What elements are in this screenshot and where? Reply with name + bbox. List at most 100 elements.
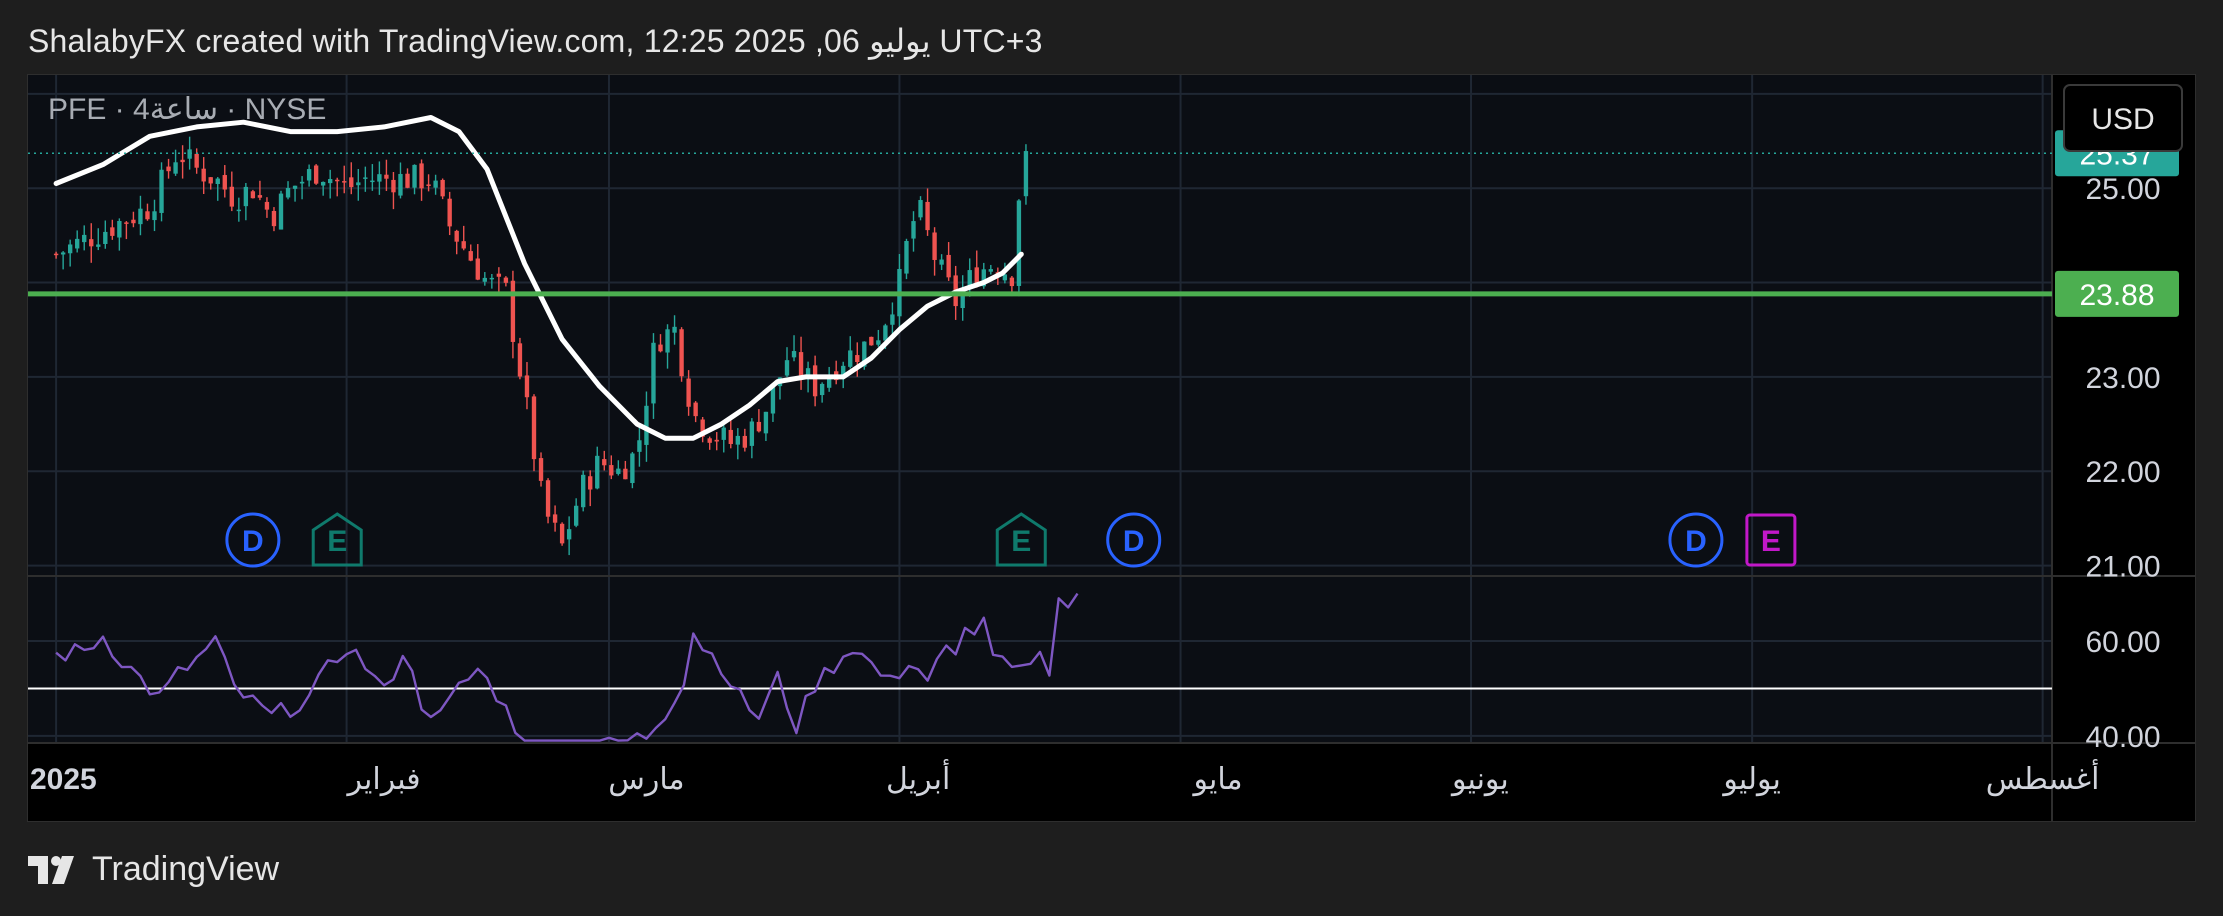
candle-body [482,277,487,282]
footer-brand-label: TradingView [92,850,280,888]
candle-body [1023,151,1029,197]
candle-body [313,165,319,184]
candle-body [798,352,804,379]
candle-body [672,326,677,333]
candle-body [82,234,87,243]
candle-body [461,241,466,249]
candle-body [264,201,270,210]
candle-body [89,239,94,247]
candle-body [433,180,438,188]
candle-body [623,468,628,480]
candle-body [103,231,108,244]
candle-body [384,174,389,179]
candle-body [791,351,797,358]
price-pane[interactable] [28,75,2052,575]
candle-body [236,209,242,212]
candle-body [819,383,825,396]
candle-body [566,529,572,540]
candle-body [320,181,326,186]
candle-body [405,173,410,188]
candle-body [208,177,213,184]
chart-frame[interactable]: PFE · 4ساعة · NYSE 25.00 23.00 22.00 21.00 60… [27,74,2196,822]
candle-body [138,208,143,225]
candle-body [412,164,417,188]
candle-body [517,343,523,377]
event-marker-label: D [1123,525,1145,558]
candle-body [166,166,171,172]
candle-body [306,169,312,181]
candle-body [250,191,256,199]
candle-body [124,222,129,224]
candle-body [749,421,755,446]
time-axis-month: مايو [1192,763,1243,796]
candle-body [67,244,73,254]
candle-body [271,210,277,227]
candle-body [721,427,726,440]
candle-body [763,411,769,434]
candle-body [75,238,80,249]
candle-body [257,195,263,198]
candle-body [215,178,220,185]
time-axis-month: فبراير [345,763,420,796]
candle-body [531,396,537,460]
event-marker-label: D [242,525,264,558]
candle-body [939,259,944,265]
candle-body [573,505,579,526]
support-price-label: 23.88 [2079,279,2154,312]
candle-body [173,162,178,174]
candle-body [447,198,452,227]
candle-body [419,163,424,189]
price-tick-label: 22.00 [2085,456,2160,489]
event-marker-label: E [1761,525,1781,558]
tradingview-logo-icon [28,855,74,884]
candle-body [503,277,509,283]
candle-body [876,340,881,345]
candle-body [686,378,691,407]
candle-body [468,251,473,261]
candle-body [658,344,663,352]
candle-body [180,159,185,163]
candle-body [285,188,291,198]
candle-body [194,153,199,168]
candle-body [328,179,333,184]
candle-body [946,254,951,278]
time-axis-month: أبريل [886,758,950,796]
event-marker-label: E [327,525,347,558]
candle-body [988,269,993,272]
candle-body [693,402,698,417]
candle-body [159,169,164,213]
candle-body [391,179,396,193]
candle-body [53,253,59,256]
candle-body [1016,200,1022,286]
candle-body [911,221,916,239]
candle-body [756,421,762,432]
candle-body [377,174,382,182]
candle-body [904,240,909,274]
candle-body [588,476,593,490]
rsi-tick-label: 60.00 [2085,626,2160,659]
candle-body [812,365,818,397]
price-tick-label: 23.00 [2085,362,2160,395]
candle-body [349,177,354,188]
candle-body [925,201,930,231]
candle-body [630,453,635,484]
chart-canvas[interactable]: PFE · 4ساعة · NYSE 25.00 23.00 22.00 21.00 60… [28,75,2195,821]
candle-body [222,175,227,190]
candle-body [918,200,923,218]
event-marker-label: D [1685,525,1707,558]
candle-body [335,179,340,182]
candle-body [299,181,305,184]
rsi-tick-label: 40.00 [2085,721,2160,754]
candle-body [454,230,459,242]
time-axis-month: أغسطس [1986,758,2100,796]
currency-label: USD [2091,103,2154,136]
candle-body [616,468,621,474]
symbol-legend: PFE · 4ساعة · NYSE [48,93,326,126]
candle-body [510,280,516,342]
candle-body [152,211,157,221]
candle-body [96,244,101,247]
candle-body [201,168,206,182]
candle-body [229,186,234,207]
candle-body [440,179,445,197]
candle-body [538,458,544,481]
